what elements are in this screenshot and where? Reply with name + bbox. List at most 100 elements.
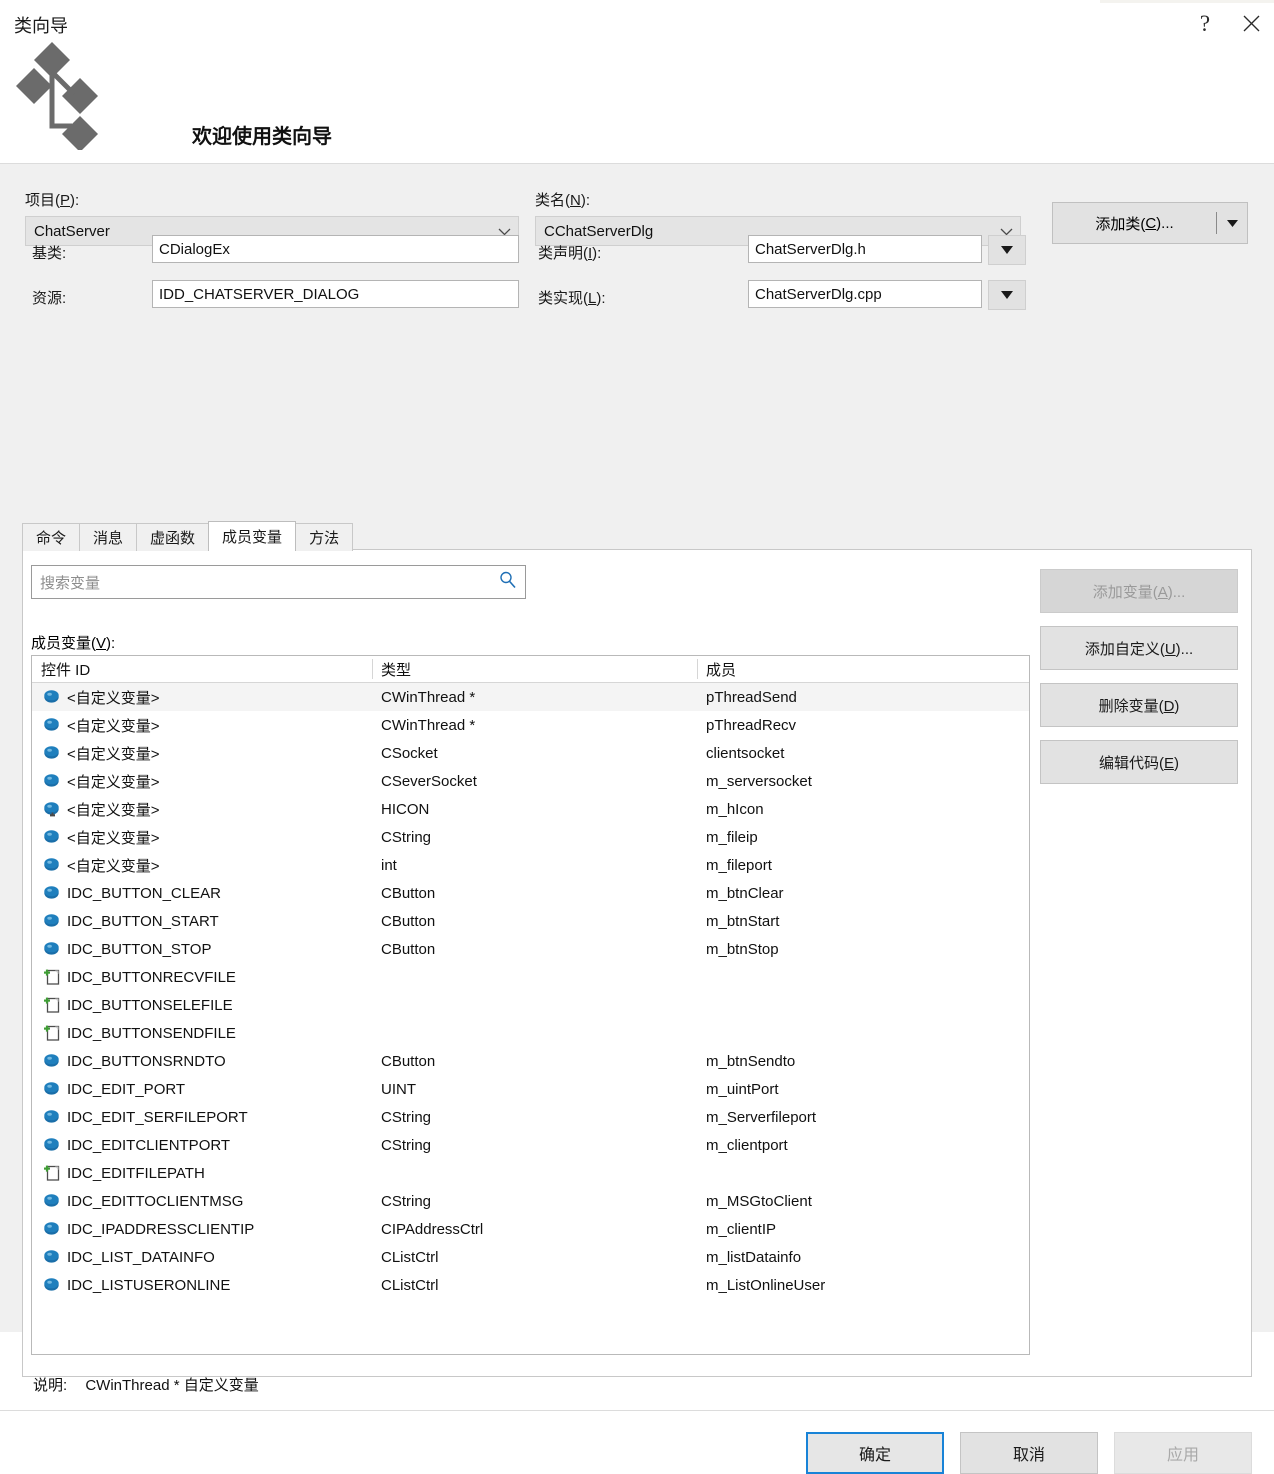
control-id-text: IDC_EDITCLIENTPORT <box>67 1136 231 1154</box>
cell-control-id: IDC_BUTTONSENDFILE <box>32 1023 372 1044</box>
control-id-text: IDC_EDIT_SERFILEPORT <box>67 1108 248 1126</box>
member-variables-label: 成员变量(V): <box>31 635 116 652</box>
dropdown-arrow-icon[interactable] <box>1217 203 1247 243</box>
class-implementation-field[interactable]: ChatServerDlg.cpp <box>748 280 982 308</box>
table-row[interactable]: IDC_EDITTOCLIENTMSG CString m_MSGtoClient <box>32 1187 1029 1215</box>
close-button[interactable] <box>1228 0 1274 46</box>
search-icon[interactable] <box>498 570 517 594</box>
class-name-label: 类名(N): <box>535 192 591 209</box>
control-id-text: <自定义变量> <box>67 717 160 735</box>
variable-cube-icon <box>41 771 62 792</box>
control-id-text: <自定义变量> <box>67 773 160 791</box>
table-row[interactable]: <自定义变量> int m_fileport <box>32 851 1029 879</box>
cell-member: m_listDatainfo <box>706 1248 802 1266</box>
cell-member: clientsocket <box>706 744 785 762</box>
cell-member: m_btnSendto <box>706 1052 796 1070</box>
table-row[interactable]: IDC_EDIT_PORT UINT m_uintPort <box>32 1075 1029 1103</box>
ok-button[interactable]: 确定 <box>806 1432 944 1474</box>
base-class-label: 基类: <box>32 245 67 262</box>
cell-control-id: IDC_EDIT_PORT <box>32 1079 372 1100</box>
table-row[interactable]: <自定义变量> CSocket clientsocket <box>32 739 1029 767</box>
table-row[interactable]: <自定义变量> CSeverSocket m_serversocket <box>32 767 1029 795</box>
cell-member: m_fileip <box>706 828 758 846</box>
control-id-text: IDC_EDIT_PORT <box>67 1080 186 1098</box>
side-button-label: 编辑代码(E) <box>1098 754 1179 772</box>
table-row[interactable]: IDC_BUTTON_STOP CButton m_btnStop <box>32 935 1029 963</box>
base-class-field[interactable]: CDialogEx <box>152 235 519 263</box>
control-id-text: IDC_LIST_DATAINFO <box>67 1248 215 1266</box>
variable-cube-icon <box>41 1191 62 1212</box>
cell-control-id: IDC_IPADDRESSCLIENTIP <box>32 1219 372 1240</box>
tab-1[interactable]: 消息 <box>79 523 138 551</box>
tab-2[interactable]: 虚函数 <box>136 523 210 551</box>
variable-cube-icon <box>41 1219 62 1240</box>
table-row[interactable]: IDC_BUTTONSENDFILE <box>32 1019 1029 1047</box>
table-row[interactable]: IDC_IPADDRESSCLIENTIP CIPAddressCtrl m_cli… <box>32 1215 1029 1243</box>
control-id-text: IDC_BUTTONSELEFILE <box>67 996 233 1014</box>
control-id-text: IDC_BUTTON_CLEAR <box>67 884 221 902</box>
side-button-0[interactable]: 添加变量(A)... <box>1040 569 1238 613</box>
class-declaration-field[interactable]: ChatServerDlg.h <box>748 235 982 263</box>
class-implementation-dropdown-button[interactable] <box>988 280 1026 310</box>
class-wizard-dialog: 类向导 ? 欢迎使用类向导 项目(P): ChatServer 类名(N): C… <box>0 0 1274 1474</box>
tab-4[interactable]: 方法 <box>295 523 354 551</box>
table-row[interactable]: IDC_BUTTONRECVFILE <box>32 963 1029 991</box>
variable-cube-icon <box>41 1247 62 1268</box>
cancel-button[interactable]: 取消 <box>960 1432 1098 1474</box>
table-row[interactable]: IDC_EDIT_SERFILEPORT CString m_Serverfilep… <box>32 1103 1029 1131</box>
search-input[interactable]: 搜索变量 <box>40 572 498 593</box>
cell-member: m_btnStart <box>706 912 780 930</box>
control-id-text: IDC_BUTTONRECVFILE <box>67 968 236 986</box>
column-header-member[interactable]: 成员 <box>697 656 1029 682</box>
table-row[interactable]: IDC_LIST_DATAINFO CListCtrl m_listDatainfo <box>32 1243 1029 1271</box>
side-button-label: 添加变量(A)... <box>1092 583 1186 601</box>
column-header-type[interactable]: 类型 <box>372 656 697 682</box>
resource-value: IDD_CHATSERVER_DIALOG <box>159 285 360 303</box>
class-info-form: 项目(P): ChatServer 类名(N): CChatServerDlg <box>0 164 1274 340</box>
project-label: 项目(P): <box>25 192 80 209</box>
cell-type: int <box>381 856 397 874</box>
apply-button[interactable]: 应用 <box>1114 1432 1252 1474</box>
search-variables-box[interactable]: 搜索变量 <box>31 565 526 599</box>
class-implementation-value: ChatServerDlg.cpp <box>755 285 882 303</box>
cell-control-id: IDC_BUTTON_START <box>32 911 372 932</box>
table-row[interactable]: <自定义变量> CWinThread * pThreadSend <box>32 683 1029 711</box>
title-bar: 类向导 ? <box>0 0 1274 48</box>
table-row[interactable]: IDC_BUTTON_START CButton m_btnStart <box>32 907 1029 935</box>
member-variables-grid[interactable]: 控件 ID 类型 成员 <自定义变量> CWinThread * pThreadSe… <box>31 655 1030 1355</box>
table-row[interactable]: <自定义变量> CWinThread * pThreadRecv <box>32 711 1029 739</box>
table-row[interactable]: <自定义变量> CString m_fileip <box>32 823 1029 851</box>
variable-cube-icon <box>41 1107 62 1128</box>
variable-cube-icon <box>41 1275 62 1296</box>
cell-type: CString <box>381 1136 432 1154</box>
column-header-control-id[interactable]: 控件 ID <box>32 656 372 682</box>
table-row[interactable]: <自定义变量> HICON m_hIcon <box>32 795 1029 823</box>
help-button[interactable]: ? <box>1182 0 1228 46</box>
add-class-button[interactable]: 添加类(C)... <box>1052 202 1248 244</box>
cell-control-id: <自定义变量> <box>32 855 372 876</box>
add-control-icon <box>41 1163 62 1184</box>
side-button-2[interactable]: 删除变量(D) <box>1040 683 1238 727</box>
table-row[interactable]: IDC_BUTTONSRNDTO CButton m_btnSendto <box>32 1047 1029 1075</box>
variable-cube-icon <box>41 1079 62 1100</box>
class-declaration-dropdown-button[interactable] <box>988 235 1026 265</box>
side-button-3[interactable]: 编辑代码(E) <box>1040 740 1238 784</box>
cell-type: CSeverSocket <box>381 772 477 790</box>
table-row[interactable]: IDC_EDITFILEPATH <box>32 1159 1029 1187</box>
control-id-text: IDC_BUTTONSENDFILE <box>67 1024 236 1042</box>
cell-member: m_Serverfileport <box>706 1108 817 1126</box>
grid-header-row: 控件 ID 类型 成员 <box>32 656 1029 683</box>
tab-0[interactable]: 命令 <box>22 523 81 551</box>
tab-3[interactable]: 成员变量 <box>208 521 297 551</box>
cell-member: pThreadRecv <box>706 716 797 734</box>
table-row[interactable]: IDC_BUTTONSELEFILE <box>32 991 1029 1019</box>
side-button-1[interactable]: 添加自定义(U)... <box>1040 626 1238 670</box>
table-row[interactable]: IDC_LISTUSERONLINE CListCtrl m_ListOnlineU… <box>32 1271 1029 1299</box>
variable-cube-icon <box>41 715 62 736</box>
cell-member: m_btnStop <box>706 940 779 958</box>
table-row[interactable]: IDC_EDITCLIENTPORT CString m_clientport <box>32 1131 1029 1159</box>
cell-control-id: IDC_EDITFILEPATH <box>32 1163 372 1184</box>
resource-field[interactable]: IDD_CHATSERVER_DIALOG <box>152 280 519 308</box>
table-row[interactable]: IDC_BUTTON_CLEAR CButton m_btnClear <box>32 879 1029 907</box>
cell-control-id: IDC_LISTUSERONLINE <box>32 1275 372 1296</box>
